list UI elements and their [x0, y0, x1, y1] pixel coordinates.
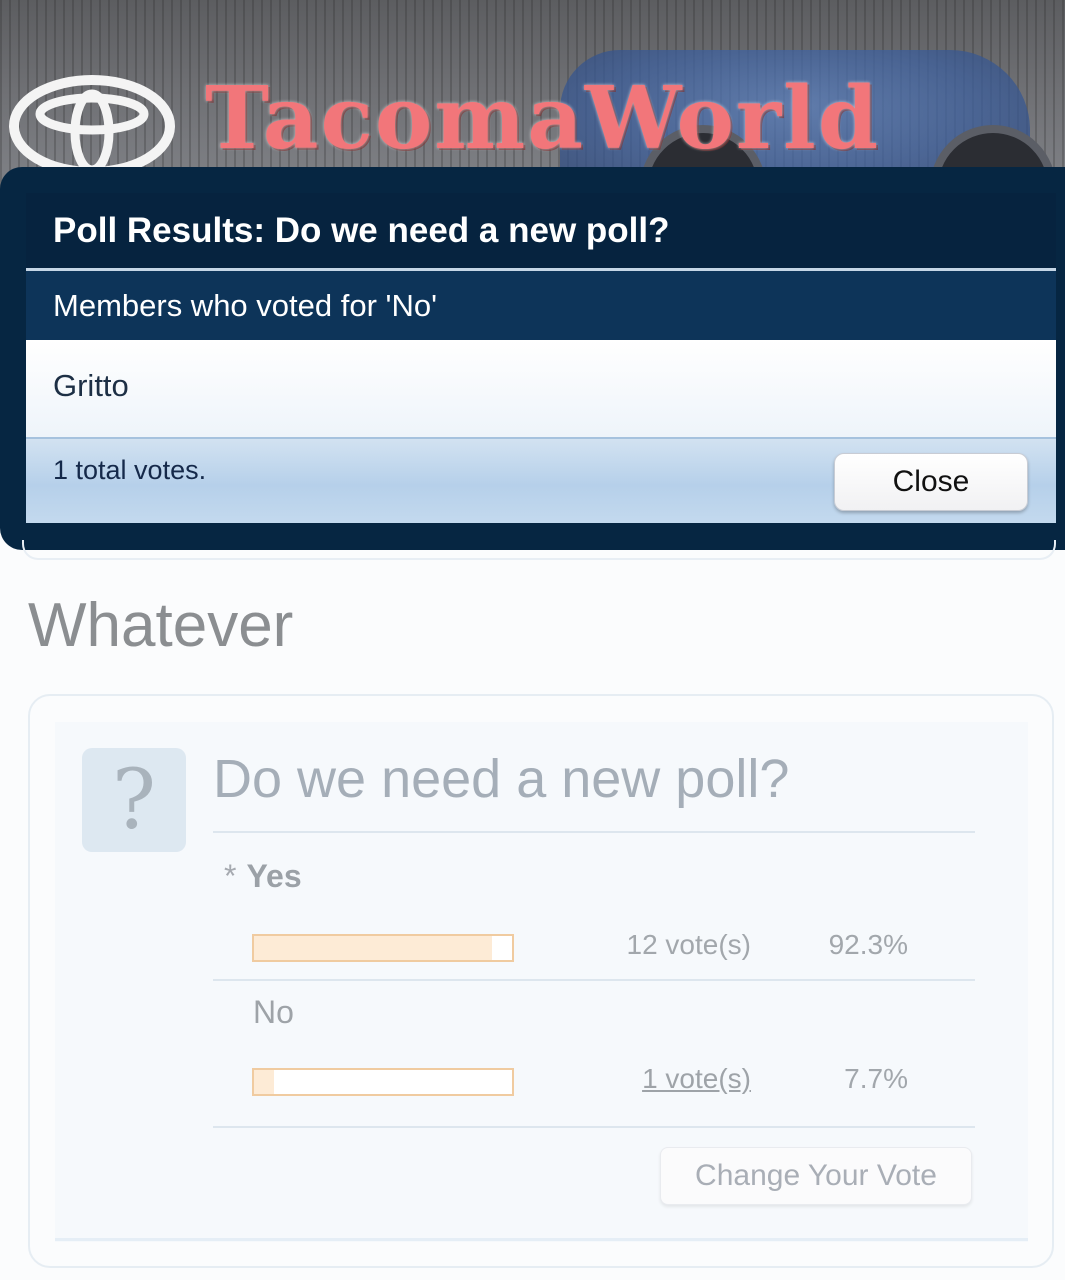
vote-count-yes: 12 vote(s) — [626, 929, 752, 960]
change-vote-button[interactable]: Change Your Vote — [660, 1147, 972, 1205]
thread-title: Whatever — [28, 591, 294, 660]
vote-count-no-link[interactable]: 1 vote(s) — [551, 1063, 751, 1095]
toyota-logo-icon — [9, 75, 175, 177]
dialog-footer: 1 total votes. Close — [26, 437, 1056, 523]
poll-question: Do we need a new poll? — [213, 749, 790, 809]
vote-percent-yes: 92.3% — [828, 929, 908, 960]
voter-list: Gritto — [26, 340, 1056, 437]
dialog-title: Poll Results: Do we need a new poll? — [26, 193, 1056, 269]
question-mark-icon: ? — [82, 748, 186, 852]
divider — [213, 831, 975, 833]
voted-marker: * — [224, 858, 237, 894]
vote-bar-no — [252, 1068, 514, 1096]
poll-panel-bottom-border — [55, 1238, 1028, 1241]
vote-bar-fill — [254, 1070, 274, 1094]
vote-bar-fill — [254, 936, 493, 960]
site-header-banner[interactable]: TacomaWorld — [0, 0, 1065, 190]
voter-name-link[interactable]: Gritto — [53, 368, 129, 404]
poll-option-yes: * Yes — [224, 858, 302, 895]
content-frame-edge — [22, 540, 1056, 560]
divider — [213, 979, 975, 981]
poll-option-no: No — [253, 994, 294, 1030]
option-label: Yes — [246, 858, 302, 894]
divider — [213, 1126, 975, 1128]
total-votes-text: 1 total votes. — [53, 455, 207, 485]
site-brand-logo-text: TacomaWorld — [205, 68, 880, 169]
close-button[interactable]: Close — [834, 453, 1028, 511]
vote-bar-yes — [252, 934, 514, 962]
dialog-subtitle: Members who voted for 'No' — [26, 271, 1056, 340]
brand-text: TacomaWorld — [205, 68, 880, 169]
vote-percent-no: 7.7% — [844, 1063, 908, 1094]
